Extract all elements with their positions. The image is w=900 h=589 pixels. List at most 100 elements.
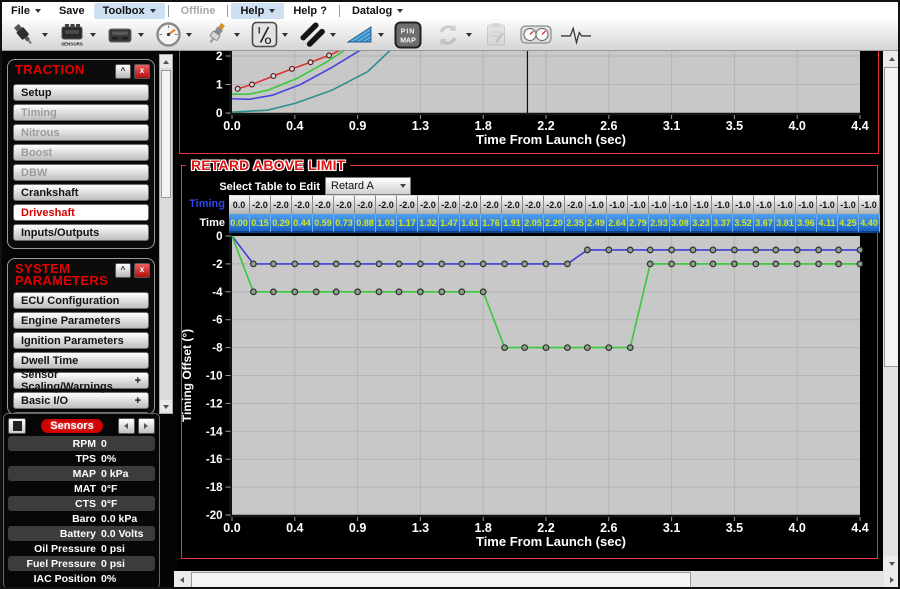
menu-item-offline[interactable]: Offline [172,3,225,19]
traction-button-inputs-outputs[interactable]: Inputs/Outputs [13,224,149,241]
timing-cell[interactable]: -1.0 [649,195,670,214]
timing-cell[interactable]: -2.0 [418,195,439,214]
timing-cell[interactable]: -1.0 [691,195,712,214]
time-cell[interactable]: 1.03 [376,214,397,233]
time-cell[interactable]: 0.29 [271,214,292,233]
data-point[interactable] [522,261,528,267]
data-point[interactable] [647,261,653,267]
data-point[interactable] [606,345,612,351]
data-point[interactable] [251,289,257,295]
data-point[interactable] [627,247,633,253]
time-cell[interactable]: 1.17 [397,214,418,233]
data-point[interactable] [313,289,319,295]
data-point[interactable] [376,261,382,267]
timing-cell[interactable]: -2.0 [334,195,355,214]
data-point[interactable] [732,247,738,253]
pin-map-icon[interactable]: PINMAP [392,21,424,48]
data-point[interactable] [857,261,863,267]
data-point[interactable] [439,261,445,267]
data-point[interactable] [480,289,486,295]
traction-button-dbw[interactable]: DBW [13,164,149,181]
sensors-prev-button[interactable] [118,418,135,434]
timing-cell[interactable]: -2.0 [565,195,586,214]
time-cell[interactable]: 2.20 [544,214,565,233]
time-cell[interactable]: 0.59 [313,214,334,233]
menu-item-toolbox[interactable]: Toolbox [94,3,165,19]
main-scroll-left-button[interactable] [174,571,190,589]
timing-cell[interactable]: -2.0 [313,195,334,214]
time-cell[interactable]: 2.93 [649,214,670,233]
data-point[interactable] [376,289,382,295]
time-cell[interactable]: 2.35 [565,214,586,233]
time-cell[interactable]: 3.08 [670,214,691,233]
timing-cell[interactable]: -2.0 [271,195,292,214]
data-point[interactable] [502,261,508,267]
data-point[interactable] [292,289,298,295]
data-point[interactable] [690,261,696,267]
system-parameters-button-ecu-configuration[interactable]: ECU Configuration [13,292,149,309]
io-icon[interactable]: IO [248,21,280,48]
sensors-dock-button[interactable] [8,418,26,434]
data-point[interactable] [732,261,738,267]
data-point[interactable] [543,261,549,267]
data-point[interactable] [606,247,612,253]
time-cell[interactable]: 0.15 [250,214,271,233]
data-point[interactable] [459,261,465,267]
system-parameters-button-ignition-parameters[interactable]: Ignition Parameters [13,332,149,349]
main-scroll-down-button[interactable] [883,556,900,571]
sidebar-scroll-thumb[interactable] [161,70,171,198]
timing-cell[interactable]: -1.0 [670,195,691,214]
chevron-down-icon[interactable] [330,33,336,37]
traction-button-setup[interactable]: Setup [13,84,149,101]
data-point[interactable] [836,247,842,253]
data-point[interactable] [753,247,759,253]
data-point[interactable] [753,261,759,267]
timing-cell[interactable]: -2.0 [523,195,544,214]
timing-cell[interactable]: -1.0 [586,195,607,214]
sidebar-scrollbar[interactable] [159,54,173,414]
data-point[interactable] [690,247,696,253]
traction-button-boost[interactable]: Boost [13,144,149,161]
data-point[interactable] [543,345,549,351]
data-point[interactable] [355,289,361,295]
data-point[interactable] [710,247,716,253]
chevron-down-icon[interactable] [186,33,192,37]
traction-close-button[interactable]: x [134,64,150,79]
time-cell[interactable]: 1.76 [481,214,502,233]
timing-cell[interactable]: -2.0 [376,195,397,214]
data-point[interactable] [669,247,675,253]
data-point[interactable] [565,261,571,267]
time-cell[interactable]: 4.40 [859,214,880,233]
timing-cell[interactable]: -2.0 [481,195,502,214]
horizontal-scrollbar[interactable] [174,571,900,589]
system-parameters-button-basic-i-o[interactable]: Basic I/O+ [13,392,149,409]
spark-plug-icon[interactable] [200,21,232,48]
timing-cell[interactable]: -1.0 [733,195,754,214]
data-point[interactable] [522,345,528,351]
timing-cell[interactable]: -1.0 [859,195,880,214]
dual-gauges-icon[interactable] [520,21,552,48]
main-hscroll-thumb[interactable] [191,572,691,588]
data-point[interactable] [502,345,508,351]
timing-cell[interactable]: -2.0 [397,195,418,214]
data-point[interactable] [585,247,591,253]
chevron-down-icon[interactable] [90,33,96,37]
data-point[interactable] [292,261,298,267]
time-cell[interactable]: 2.05 [523,214,544,233]
data-point[interactable] [271,261,277,267]
data-point[interactable] [418,289,424,295]
timing-cell[interactable]: -1.0 [712,195,733,214]
data-point[interactable] [816,261,822,267]
timing-cell[interactable]: -1.0 [817,195,838,214]
system-parameters-button-dwell-time[interactable]: Dwell Time [13,352,149,369]
data-point[interactable] [333,261,339,267]
pulse-icon[interactable] [560,21,592,48]
chevron-down-icon[interactable] [282,33,288,37]
data-point[interactable] [669,261,675,267]
time-cell[interactable]: 3.52 [733,214,754,233]
gauge-icon[interactable] [152,21,184,48]
data-point[interactable] [773,247,779,253]
data-point[interactable] [857,247,863,253]
data-point[interactable] [794,261,800,267]
timing-cell[interactable]: -1.0 [628,195,649,214]
